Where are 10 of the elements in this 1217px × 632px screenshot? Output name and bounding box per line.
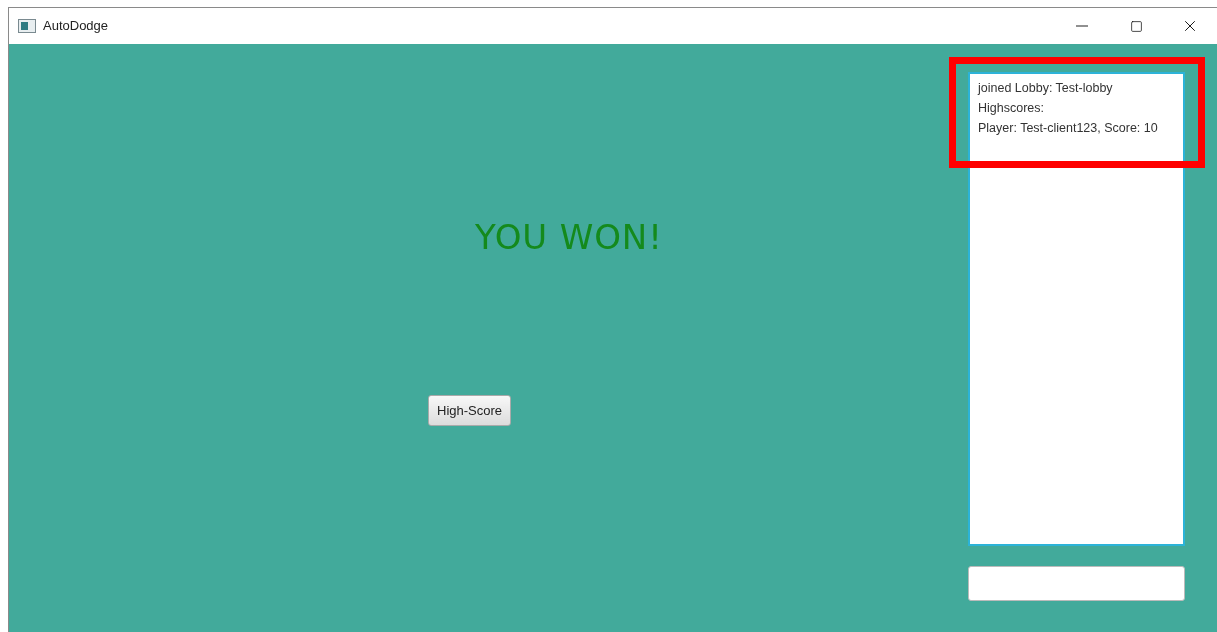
high-score-button[interactable]: High-Score bbox=[428, 395, 512, 426]
chat-line: Player: Test-client123, Score: 10 bbox=[978, 120, 1159, 137]
chat-line: Highscores: bbox=[978, 100, 1045, 117]
chat-line: joined Lobby: Test-lobby bbox=[978, 80, 1114, 97]
app-icon bbox=[18, 19, 36, 33]
message-input-field[interactable] bbox=[968, 566, 1185, 601]
window-title: AutoDodge bbox=[43, 17, 109, 36]
maximize-icon bbox=[1129, 19, 1143, 33]
minimize-icon bbox=[1076, 25, 1088, 27]
result-message: YOU WON! bbox=[475, 218, 663, 256]
